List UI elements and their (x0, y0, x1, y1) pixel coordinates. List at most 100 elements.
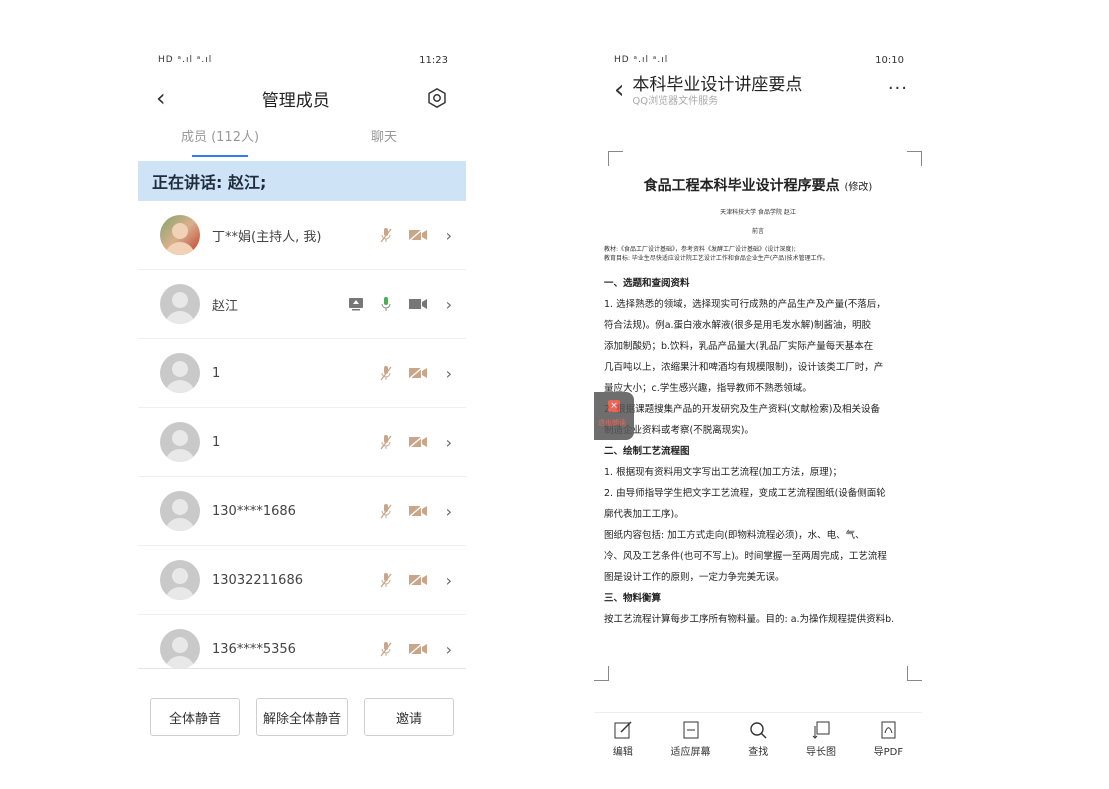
member-management-screen: HD ᵃ.ıl ᵃ.ıl 11:23 ‹ 管理成员 成员 (112人) 聊天 正… (138, 45, 466, 765)
member-row[interactable]: 赵江 › (138, 270, 466, 339)
clock: 11:23 (419, 54, 448, 66)
tab-members[interactable]: 成员 (112人) (138, 121, 302, 161)
search-icon (750, 722, 767, 739)
header: ‹ 本科毕业设计讲座要点 QQ浏览器文件服务 ··· (594, 75, 922, 117)
fit-screen-icon (683, 721, 699, 739)
document-source: QQ浏览器文件服务 (632, 96, 719, 107)
chevron-right-icon[interactable]: › (446, 502, 452, 521)
doc-line: 二、绘制工艺流程图 (604, 446, 690, 457)
doc-line: 1. 选择熟悉的领域，选择现实可行成熟的产品生产及产量(不落后， (604, 299, 886, 310)
avatar (160, 215, 200, 255)
doc-line: 按工艺流程计算每步工序所有物料量。目的: a.为操作规程提供资料b. (604, 614, 895, 625)
more-icon[interactable]: ··· (888, 75, 908, 103)
chevron-right-icon[interactable]: › (446, 433, 452, 452)
member-name: 赵江 (212, 298, 239, 314)
read-aloud-widget[interactable]: × 退出朗读 (594, 392, 634, 440)
camera-off-icon[interactable] (408, 435, 428, 449)
doc-line: 冷、风及工艺条件(也可不写上)。时间掌握一至两周完成，工艺流程 (604, 551, 887, 562)
chevron-right-icon[interactable]: › (446, 295, 452, 314)
member-name: 丁**娟(主持人, 我) (212, 229, 322, 245)
camera-off-icon[interactable] (408, 573, 428, 587)
camera-off-icon[interactable] (408, 366, 428, 380)
mic-active-icon[interactable] (378, 296, 394, 312)
mic-muted-icon[interactable] (378, 641, 394, 657)
member-row[interactable]: 1 › (138, 408, 466, 477)
chevron-right-icon[interactable]: › (446, 364, 452, 383)
camera-off-icon[interactable] (408, 642, 428, 656)
document-viewer-screen: HD ᵃ.ıl ᵃ.ıl 10:10 ‹ 本科毕业设计讲座要点 QQ浏览器文件服… (594, 45, 922, 765)
edit-button[interactable]: 编辑 (613, 720, 633, 758)
export-pdf-icon (881, 721, 896, 739)
chevron-right-icon[interactable]: › (446, 226, 452, 245)
find-button[interactable]: 查找 (748, 720, 768, 758)
page-corner (608, 151, 623, 166)
doc-body: 一、选题和查阅资料 1. 选择熟悉的领域，选择现实可行成熟的产品生产及产量(不落… (604, 273, 912, 630)
mic-muted-icon[interactable] (378, 572, 394, 588)
doc-line: 2. 由导师指导学生把文字工艺流程，变成工艺流程图纸(设备侧面轮 (604, 488, 886, 499)
document-title: 本科毕业设计讲座要点 (632, 75, 803, 95)
chevron-right-icon[interactable]: › (446, 640, 452, 659)
member-name: 13032211686 (212, 572, 303, 588)
signal-indicators: HD ᵃ.ıl ᵃ.ıl (614, 55, 669, 65)
member-name: 136****5356 (212, 641, 296, 657)
exit-read-aloud-label: 退出朗读 (598, 419, 626, 427)
status-bar: HD ᵃ.ıl ᵃ.ıl 11:23 (138, 45, 466, 75)
doc-line: 廓代表加工工序)。 (604, 509, 684, 520)
header: ‹ 管理成员 (138, 75, 466, 121)
camera-off-icon[interactable] (408, 504, 428, 518)
status-bar: HD ᵃ.ıl ᵃ.ıl 10:10 (594, 45, 922, 75)
member-row[interactable]: 1 › (138, 339, 466, 408)
doc-note: 教材:《食品工厂设计基础》，参考资料《发酵工厂设计基础》(设计深度); 教育目标… (604, 246, 829, 262)
avatar (160, 353, 200, 393)
export-pdf-button[interactable]: 导PDF (874, 720, 903, 758)
export-image-icon (812, 721, 830, 739)
export-image-button[interactable]: 导长图 (806, 720, 836, 758)
avatar (160, 284, 200, 324)
invite-button[interactable]: 邀请 (364, 698, 454, 736)
member-row[interactable]: 13032211686 › (138, 546, 466, 615)
doc-line: 几百吨以上，浓缩果汁和啤酒均有规模限制)，设计该类工厂时，产 (604, 362, 884, 373)
avatar (160, 560, 200, 600)
fit-screen-button[interactable]: 适应屏幕 (671, 720, 711, 758)
camera-off-icon[interactable] (408, 228, 428, 242)
edit-icon (614, 721, 632, 739)
doc-line: 三、物料衡算 (604, 593, 662, 604)
mic-muted-icon[interactable] (378, 503, 394, 519)
doc-line: 2. 根据课题搜集产品的开发研究及生产资料(文献检索)及相关设备 (604, 404, 880, 415)
doc-line: 添加制酸奶；b.饮料，乳品产品量大(乳品厂实际产量每天基本在 (604, 341, 874, 352)
member-name: 1 (212, 365, 221, 381)
back-icon[interactable]: ‹ (614, 75, 624, 105)
member-name: 1 (212, 434, 221, 450)
member-row[interactable]: 丁**娟(主持人, 我) › (138, 201, 466, 270)
document-page: 食品工程本科毕业设计程序要点 (修改) 天津科技大学 食品学院 赵江 前言 教材… (594, 151, 922, 681)
mute-all-button[interactable]: 全体静音 (150, 698, 240, 736)
page-title: 管理成员 (261, 90, 330, 111)
doc-preface: 前言 (751, 228, 764, 235)
chevron-right-icon[interactable]: › (446, 571, 452, 590)
tab-bar: 成员 (112人) 聊天 (138, 121, 466, 161)
back-icon[interactable]: ‹ (156, 86, 166, 110)
avatar (160, 422, 200, 462)
doc-line: 符合法规)。例a.蛋白液水解液(很多是用毛发水解)制酱油，明胶 (604, 320, 871, 331)
member-list: 丁**娟(主持人, 我) › 赵江 › 1 › 1 › 130****1686 … (138, 201, 466, 684)
clock: 10:10 (875, 54, 904, 66)
doc-line: 制造企业资料或考察(不脱离现实)。 (604, 425, 754, 436)
doc-line: 1. 根据现有资料用文字写出工艺流程(加工方法，原理)； (604, 467, 842, 478)
action-bar: 全体静音 解除全体静音 邀请 (138, 668, 466, 765)
doc-line: 图是设计工作的原则，一定力争完美无误。 (604, 572, 785, 583)
doc-line: 图纸内容包括: 加工方式走向(即物料流程必须)，水、电、气、 (604, 530, 865, 541)
member-row[interactable]: 130****1686 › (138, 477, 466, 546)
mic-muted-icon[interactable] (378, 434, 394, 450)
member-name: 130****1686 (212, 503, 296, 519)
gear-icon[interactable] (426, 87, 448, 109)
close-icon[interactable]: × (608, 400, 620, 412)
mic-muted-icon[interactable] (378, 227, 394, 243)
page-corner (907, 151, 922, 166)
screen-share-icon[interactable] (348, 296, 364, 312)
camera-icon[interactable] (408, 297, 428, 311)
tab-chat[interactable]: 聊天 (302, 121, 466, 161)
page-corner (907, 666, 922, 681)
avatar (160, 491, 200, 531)
unmute-all-button[interactable]: 解除全体静音 (256, 698, 348, 736)
mic-muted-icon[interactable] (378, 365, 394, 381)
